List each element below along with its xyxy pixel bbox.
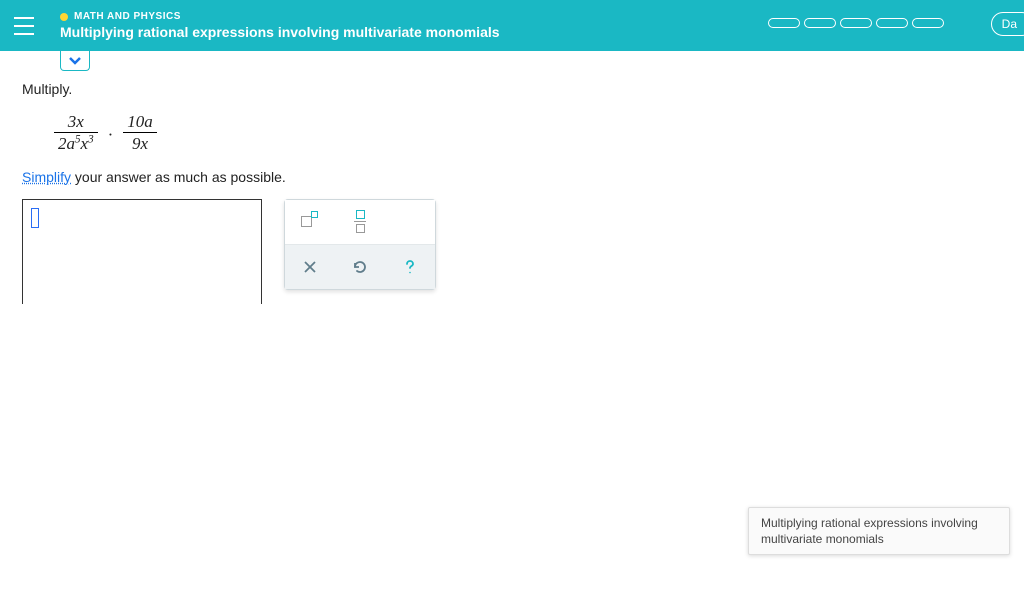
- answer-input[interactable]: [22, 199, 262, 304]
- frac2-num: 10a: [123, 111, 157, 132]
- prompt-text: Multiply.: [22, 81, 1024, 97]
- frac2-den: 9x: [128, 133, 152, 154]
- subject-dot-icon: [60, 13, 68, 21]
- tooltip: Multiplying rational expressions involvi…: [748, 507, 1010, 555]
- clear-button[interactable]: [285, 245, 335, 289]
- content-area: Multiply. 3x 2a5x3 · 10a 9x Simplify you…: [0, 51, 1024, 304]
- simplify-link[interactable]: Simplify: [22, 169, 71, 185]
- exponent-button[interactable]: [285, 200, 335, 244]
- undo-button[interactable]: [335, 245, 385, 289]
- app-header: MATH AND PHYSICS Multiplying rational ex…: [0, 0, 1024, 51]
- progress-indicator: [768, 18, 944, 28]
- header-pill-button[interactable]: Da: [991, 12, 1024, 36]
- menu-icon[interactable]: [14, 17, 38, 35]
- fraction-1: 3x 2a5x3: [54, 111, 98, 155]
- fraction-2: 10a 9x: [123, 111, 157, 155]
- fraction-button[interactable]: [335, 200, 385, 244]
- expand-toggle[interactable]: [60, 51, 90, 71]
- frac1-num: 3x: [64, 111, 88, 132]
- blank-button[interactable]: [385, 200, 435, 244]
- instruction-line: Simplify your answer as much as possible…: [22, 169, 1024, 185]
- multiply-dot: ·: [108, 125, 114, 155]
- frac1-den: 2a5x3: [54, 133, 98, 154]
- subject-label: MATH AND PHYSICS: [74, 11, 181, 22]
- expression: 3x 2a5x3 · 10a 9x: [54, 111, 1024, 155]
- help-button[interactable]: [385, 245, 435, 289]
- instruction-rest: your answer as much as possible.: [71, 169, 286, 185]
- tool-panel: [284, 199, 436, 290]
- cursor-icon: [31, 208, 39, 228]
